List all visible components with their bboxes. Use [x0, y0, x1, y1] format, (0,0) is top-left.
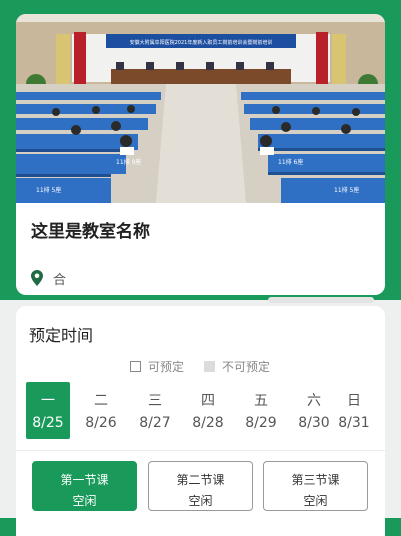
divider-line: [16, 450, 385, 451]
day-date: 8/31: [338, 415, 370, 431]
day-weekday: 五: [254, 393, 268, 409]
map-pin-icon: [31, 270, 43, 286]
classroom-card[interactable]: 安徽大附属阜阳医院2021年度新入职员工岗前培训会暨岗前培训 11排 5座 11…: [16, 14, 385, 295]
location-row: 合: [31, 268, 66, 288]
day-tab[interactable]: 二 8/26: [79, 382, 123, 439]
booking-card: 预定时间 可预定 不可预定 一 8/25 二 8/26 三 8/27 四 8/2…: [16, 306, 385, 536]
day-date: 8/27: [139, 415, 171, 431]
slot-name: 第三节课: [291, 473, 340, 487]
day-tab[interactable]: 四 8/28: [186, 382, 230, 439]
day-selector: 一 8/25 二 8/26 三 8/27 四 8/28 五 8/29 六 8/3…: [26, 382, 376, 439]
day-weekday: 一: [41, 393, 55, 409]
slot-status: 空闲: [303, 494, 328, 508]
day-date: 8/25: [32, 415, 64, 431]
divider: [268, 297, 374, 303]
slot-status: 空闲: [188, 494, 213, 508]
classroom-name: 这里是教室名称: [31, 222, 150, 242]
classroom-photo: 安徽大附属阜阳医院2021年度新入职员工岗前培训会暨岗前培训 11排 5座 11…: [16, 14, 385, 203]
legend: 可预定 不可预定: [130, 358, 270, 375]
time-slot-button[interactable]: 第三节课 空闲: [263, 461, 368, 511]
time-slot-button[interactable]: 第一节课 空闲: [32, 461, 137, 511]
day-tab[interactable]: 三 8/27: [133, 382, 177, 439]
day-weekday: 二: [94, 393, 108, 409]
section-title: 预定时间: [29, 326, 94, 345]
day-date: 8/29: [245, 415, 277, 431]
seat-label: 11排 5座: [334, 186, 359, 194]
day-weekday: 三: [148, 393, 162, 409]
unavailable-swatch: [204, 361, 216, 372]
day-tab[interactable]: 五 8/29: [239, 382, 283, 439]
day-weekday: 六: [307, 393, 321, 409]
day-date: 8/28: [192, 415, 224, 431]
seat-label: 11排 6座: [278, 158, 303, 166]
day-date: 8/30: [298, 415, 330, 431]
day-date: 8/26: [85, 415, 117, 431]
day-tab[interactable]: 六 8/30: [292, 382, 336, 439]
slot-status: 空闲: [72, 494, 97, 508]
legend-available-label: 可预定: [148, 360, 185, 374]
available-swatch: [130, 361, 141, 372]
seat-label: 11排 5座: [36, 186, 61, 194]
day-tab[interactable]: 一 8/25: [26, 382, 70, 439]
location-text: 合: [53, 272, 67, 288]
seat-label: 11排 9座: [116, 158, 141, 166]
slot-name: 第二节课: [176, 473, 225, 487]
banner-text: 安徽大附属阜阳医院2021年度新入职员工岗前培训会暨岗前培训: [130, 39, 273, 46]
slot-name: 第一节课: [60, 473, 109, 487]
time-slot-button[interactable]: 第二节课 空闲: [148, 461, 253, 511]
day-weekday: 四: [201, 393, 215, 409]
day-tab[interactable]: 日 8/31: [332, 382, 376, 439]
day-weekday: 日: [347, 393, 361, 409]
legend-unavailable-label: 不可预定: [222, 360, 271, 374]
